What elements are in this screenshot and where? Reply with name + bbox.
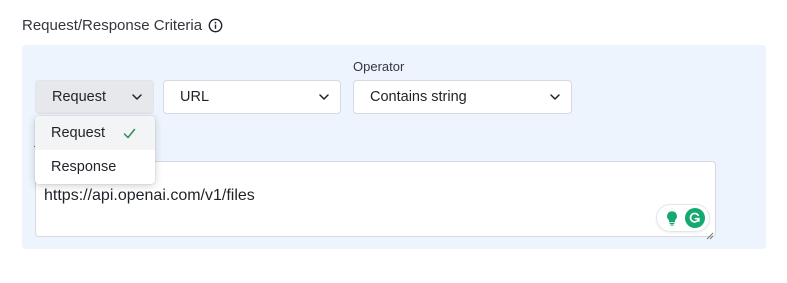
check-icon xyxy=(123,127,136,140)
field-type-dropdown-menu: Request Response xyxy=(35,116,155,184)
operator-label: Operator xyxy=(353,59,405,74)
dropdown-option-label: Request xyxy=(51,125,106,141)
writing-assistant-widget[interactable] xyxy=(657,205,709,231)
chevron-down-icon xyxy=(549,91,561,103)
info-icon[interactable] xyxy=(208,18,223,33)
chevron-down-icon xyxy=(318,91,330,103)
chevron-down-icon xyxy=(131,91,143,103)
dropdown-option-label: Response xyxy=(51,159,117,175)
operator-select[interactable]: Contains string xyxy=(353,80,572,114)
field-name-select[interactable]: URL xyxy=(163,80,341,114)
lightbulb-icon[interactable] xyxy=(662,208,682,228)
operator-value: Contains string xyxy=(370,89,467,105)
field-type-value: Request xyxy=(52,89,107,105)
section-title: Request/Response Criteria xyxy=(22,17,223,34)
dropdown-option-request[interactable]: Request xyxy=(35,116,155,150)
grammarly-icon[interactable] xyxy=(684,208,705,228)
section-title-text: Request/Response Criteria xyxy=(22,17,203,34)
resize-handle-icon[interactable] xyxy=(706,227,714,240)
dropdown-option-response[interactable]: Response xyxy=(35,150,155,184)
field-name-value: URL xyxy=(180,89,210,105)
value-text: https://api.openai.com/v1/files xyxy=(44,187,255,204)
field-type-select[interactable]: Request xyxy=(35,80,154,114)
